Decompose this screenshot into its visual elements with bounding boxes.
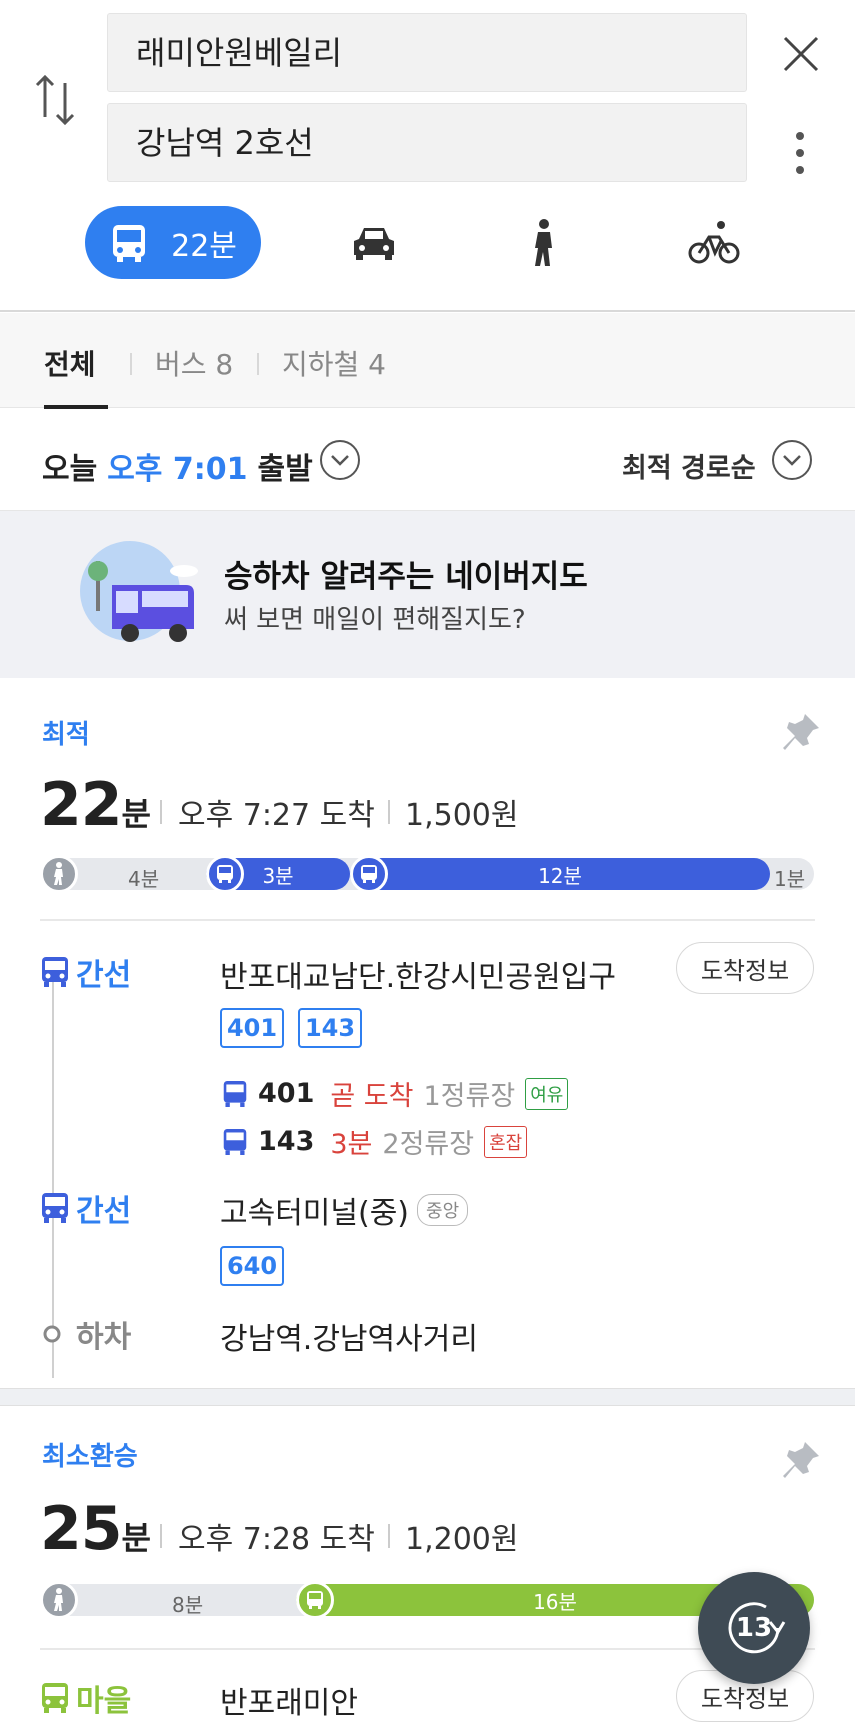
bus-illustration bbox=[74, 541, 198, 651]
arrival-row: 401 곧 도착 1정류장 여유 bbox=[222, 1074, 569, 1113]
tab-all[interactable]: 전체 bbox=[44, 343, 96, 383]
step-type-bus: 간선 bbox=[40, 950, 131, 994]
walk-mode-button[interactable] bbox=[514, 213, 574, 273]
departure-suffix: 출발 bbox=[257, 452, 313, 487]
walk-icon bbox=[40, 855, 78, 893]
bus-icon bbox=[296, 1581, 334, 1619]
bus-icon bbox=[42, 1193, 68, 1223]
bike-icon bbox=[688, 221, 740, 264]
bus-icon bbox=[206, 855, 244, 893]
transit-time: 22분 bbox=[171, 228, 237, 264]
route-card-optimal[interactable]: 최적 22분 오후 7:27 도착 1,500원 4분 3분 12분 1분 간선… bbox=[0, 678, 855, 1388]
sort-chevron-icon[interactable] bbox=[772, 440, 812, 480]
bus-icon bbox=[223, 1128, 247, 1155]
crowd-badge: 혼잡 bbox=[484, 1125, 528, 1158]
route-chip-143[interactable]: 143 bbox=[298, 1008, 362, 1048]
route-card-min-transfer[interactable]: 최소환승 25분 오후 7:28 도착 1,200원 8분 16분 마을 반포래… bbox=[0, 1406, 855, 1736]
total-duration: 25분 bbox=[40, 1494, 151, 1564]
bike-mode-button[interactable] bbox=[684, 213, 744, 273]
step-type-village-bus: 마을 bbox=[40, 1676, 131, 1720]
walk-icon bbox=[535, 219, 552, 266]
transit-mode-button[interactable]: 22분 bbox=[85, 206, 261, 279]
walk-segment-1: 8분 bbox=[172, 1593, 204, 1617]
circle-icon bbox=[43, 1325, 61, 1343]
transfer-stop: 고속터미널(중) bbox=[220, 1196, 410, 1231]
route-timeline: 8분 16분 bbox=[40, 1581, 814, 1619]
walk-segment-2: 1분 bbox=[774, 867, 806, 891]
departure-chevron-icon[interactable] bbox=[320, 440, 360, 480]
refresh-count: 13 bbox=[735, 1613, 773, 1643]
arrival-time: 오후 7:28 도착 bbox=[178, 1522, 375, 1557]
active-tab-indicator bbox=[44, 405, 108, 409]
bus-icon bbox=[42, 957, 68, 987]
banner-title: 승하차 알려주는 네이버지도 bbox=[224, 559, 588, 595]
fare: 1,500원 bbox=[405, 798, 519, 833]
route-label: 최적 bbox=[42, 720, 90, 750]
departure-day: 오늘 bbox=[42, 452, 98, 487]
walk-segment-1: 4분 bbox=[128, 867, 160, 891]
close-icon[interactable] bbox=[775, 28, 827, 80]
route-chip-401[interactable]: 401 bbox=[220, 1008, 284, 1048]
arrival-row: 143 3분 2정류장 혼잡 bbox=[222, 1122, 528, 1161]
bus-icon bbox=[350, 855, 388, 893]
bus-icon bbox=[223, 1080, 247, 1107]
alighting-stop: 강남역.강남역사거리 bbox=[220, 1322, 478, 1357]
more-icon[interactable] bbox=[780, 128, 820, 178]
departure-time: 오후 7:01 bbox=[107, 452, 248, 487]
arrival-info-button[interactable]: 도착정보 bbox=[676, 942, 814, 994]
route-timeline: 4분 3분 12분 1분 bbox=[40, 855, 814, 893]
route-filter-tabs: 전체 버스 8 지하철 4 bbox=[0, 313, 855, 408]
sort-selector[interactable]: 최적 경로순 bbox=[622, 446, 756, 485]
crowd-badge: 여유 bbox=[525, 1077, 569, 1110]
fare: 1,200원 bbox=[405, 1522, 519, 1557]
pin-icon[interactable] bbox=[780, 710, 824, 754]
walk-icon bbox=[40, 1581, 78, 1619]
step-type-bus: 간선 bbox=[40, 1186, 131, 1230]
arrival-time: 오후 7:27 도착 bbox=[178, 798, 375, 833]
car-mode-button[interactable] bbox=[344, 213, 404, 273]
step-type-alight: 하차 bbox=[40, 1312, 131, 1356]
origin-input[interactable]: 래미안원베일리 bbox=[107, 13, 747, 92]
bus-icon bbox=[42, 1683, 68, 1713]
bus-icon bbox=[113, 224, 146, 262]
total-duration: 22분 bbox=[40, 770, 151, 840]
bus-segment-2: 12분 bbox=[350, 858, 770, 890]
route-chip-640[interactable]: 640 bbox=[220, 1246, 284, 1286]
banner-subtitle: 써 보면 매일이 편해질지도? bbox=[224, 605, 526, 635]
destination-input[interactable]: 강남역 2호선 bbox=[107, 103, 747, 182]
route-label: 최소환승 bbox=[42, 1442, 138, 1472]
tab-bus[interactable]: 버스 8 bbox=[155, 343, 233, 383]
departure-time-selector[interactable]: 오늘 오후 7:01 출발 bbox=[42, 444, 313, 488]
boarding-stop: 반포래미안 bbox=[220, 1686, 358, 1721]
promo-banner[interactable]: 승하차 알려주는 네이버지도 써 보면 매일이 편해질지도? bbox=[0, 510, 855, 678]
lane-badge: 중앙 bbox=[417, 1194, 469, 1226]
swap-icon[interactable] bbox=[30, 70, 80, 130]
car-icon bbox=[354, 228, 394, 260]
tab-subway[interactable]: 지하철 4 bbox=[282, 343, 386, 383]
refresh-button[interactable]: 13 bbox=[698, 1572, 810, 1684]
boarding-stop: 반포대교남단.한강시민공원입구 bbox=[220, 960, 616, 995]
pin-icon[interactable] bbox=[780, 1438, 824, 1482]
